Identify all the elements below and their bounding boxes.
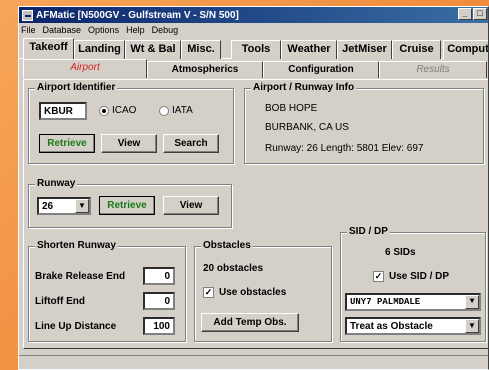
sid-dp-group: SID / DP 6 SIDs ✓ Use SID / DP UNY7 PALM… — [340, 226, 486, 342]
menu-options[interactable]: Options — [88, 25, 119, 35]
add-temp-obstacle-button[interactable]: Add Temp Obs. — [201, 313, 299, 332]
runway-view-button[interactable]: View — [163, 196, 219, 215]
menu-debug[interactable]: Debug — [152, 25, 179, 35]
chevron-down-icon[interactable]: ▼ — [465, 319, 479, 333]
shorten-runway-group: Shorten Runway Brake Release End 0 Lifto… — [28, 240, 186, 342]
sid-mode-select[interactable]: Treat as Obstacle ▼ — [345, 317, 481, 335]
use-sid-checkbox[interactable]: ✓ — [373, 271, 384, 282]
app-icon — [22, 9, 33, 21]
runway-select-value: 26 — [42, 201, 54, 212]
sid-select[interactable]: UNY7 PALMDALE ▼ — [345, 293, 481, 311]
chevron-down-icon[interactable]: ▼ — [75, 199, 89, 213]
tab-results[interactable]: Results — [379, 61, 487, 78]
tab-misc[interactable]: Misc. — [181, 40, 221, 59]
minimize-button[interactable]: _ — [458, 8, 472, 20]
iata-label: IATA — [172, 105, 193, 116]
status-bar — [19, 355, 488, 369]
airport-info-title: Airport / Runway Info — [251, 82, 357, 93]
tab-landing[interactable]: Landing — [74, 40, 125, 59]
sub-tab-bar: Airport Atmospherics Configuration Resul… — [19, 59, 488, 78]
lineup-distance-input[interactable]: 100 — [143, 317, 175, 335]
obstacle-count: 20 obstacles — [203, 263, 264, 274]
main-tab-bar: Takeoff Landing Wt & Bal Misc. Tools Wea… — [19, 37, 488, 60]
tab-comput[interactable]: Comput — [443, 40, 488, 59]
runway-title: Runway — [35, 178, 78, 189]
tab-atmospherics[interactable]: Atmospherics — [147, 61, 263, 78]
runway-select[interactable]: 26 ▼ — [37, 197, 91, 215]
brake-release-label: Brake Release End — [35, 271, 126, 282]
airport-identifier-group: Airport Identifier KBUR ICAO IATA Retrie… — [28, 82, 234, 164]
liftoff-end-label: Liftoff End — [35, 296, 85, 307]
obstacles-group: Obstacles 20 obstacles ✓ Use obstacles A… — [194, 240, 332, 342]
runway-retrieve-button[interactable]: Retrieve — [99, 196, 155, 215]
tab-tools[interactable]: Tools — [231, 40, 281, 59]
use-sid-label: Use SID / DP — [389, 271, 450, 282]
menu-database[interactable]: Database — [43, 25, 82, 35]
app-window: AFMatic [N500GV - Gulfstream V - S/N 500… — [18, 6, 489, 370]
tab-cruise[interactable]: Cruise — [392, 40, 441, 59]
use-obstacles-checkbox[interactable]: ✓ — [203, 287, 214, 298]
tab-airport[interactable]: Airport — [23, 59, 147, 78]
icao-radio[interactable] — [99, 106, 109, 116]
runway-group: Runway 26 ▼ Retrieve View — [28, 178, 232, 228]
airport-id-input[interactable]: KBUR — [39, 102, 87, 120]
airport-retrieve-button[interactable]: Retrieve — [39, 134, 95, 153]
tab-weather[interactable]: Weather — [281, 40, 337, 59]
icao-label: ICAO — [112, 105, 137, 116]
window-title: AFMatic [N500GV - Gulfstream V - S/N 500… — [36, 9, 239, 21]
liftoff-end-input[interactable]: 0 — [143, 292, 175, 310]
airport-view-button[interactable]: View — [101, 134, 157, 153]
tab-configuration[interactable]: Configuration — [263, 61, 379, 78]
sid-count: 6 SIDs — [385, 247, 416, 258]
tab-jetmiser[interactable]: JetMiser — [337, 40, 392, 59]
runway-details: Runway: 26 Length: 5801 Elev: 697 — [265, 143, 424, 154]
airport-info-group: Airport / Runway Info BOB HOPE BURBANK, … — [244, 82, 484, 164]
restore-button[interactable]: □ — [473, 8, 487, 20]
chevron-down-icon[interactable]: ▼ — [465, 295, 479, 309]
menu-file[interactable]: File — [21, 25, 36, 35]
iata-radio[interactable] — [159, 106, 169, 116]
tab-wt-bal[interactable]: Wt & Bal — [125, 40, 181, 59]
airport-panel: Airport Identifier KBUR ICAO IATA Retrie… — [23, 79, 488, 349]
shorten-runway-title: Shorten Runway — [35, 240, 118, 251]
menu-help[interactable]: Help — [126, 25, 145, 35]
airport-identifier-title: Airport Identifier — [35, 82, 118, 93]
tab-takeoff[interactable]: Takeoff — [23, 38, 74, 60]
sid-mode-value: Treat as Obstacle — [350, 321, 433, 332]
airport-city: BURBANK, CA US — [265, 122, 349, 133]
airport-search-button[interactable]: Search — [163, 134, 219, 153]
obstacles-title: Obstacles — [201, 240, 253, 251]
menu-bar: File Database Options Help Debug — [19, 23, 488, 37]
use-obstacles-label: Use obstacles — [219, 287, 287, 298]
airport-name: BOB HOPE — [265, 103, 318, 114]
sid-dp-title: SID / DP — [347, 226, 390, 237]
title-bar[interactable]: AFMatic [N500GV - Gulfstream V - S/N 500… — [19, 7, 488, 23]
brake-release-input[interactable]: 0 — [143, 267, 175, 285]
sid-select-value: UNY7 PALMDALE — [350, 297, 421, 307]
lineup-distance-label: Line Up Distance — [35, 321, 117, 332]
